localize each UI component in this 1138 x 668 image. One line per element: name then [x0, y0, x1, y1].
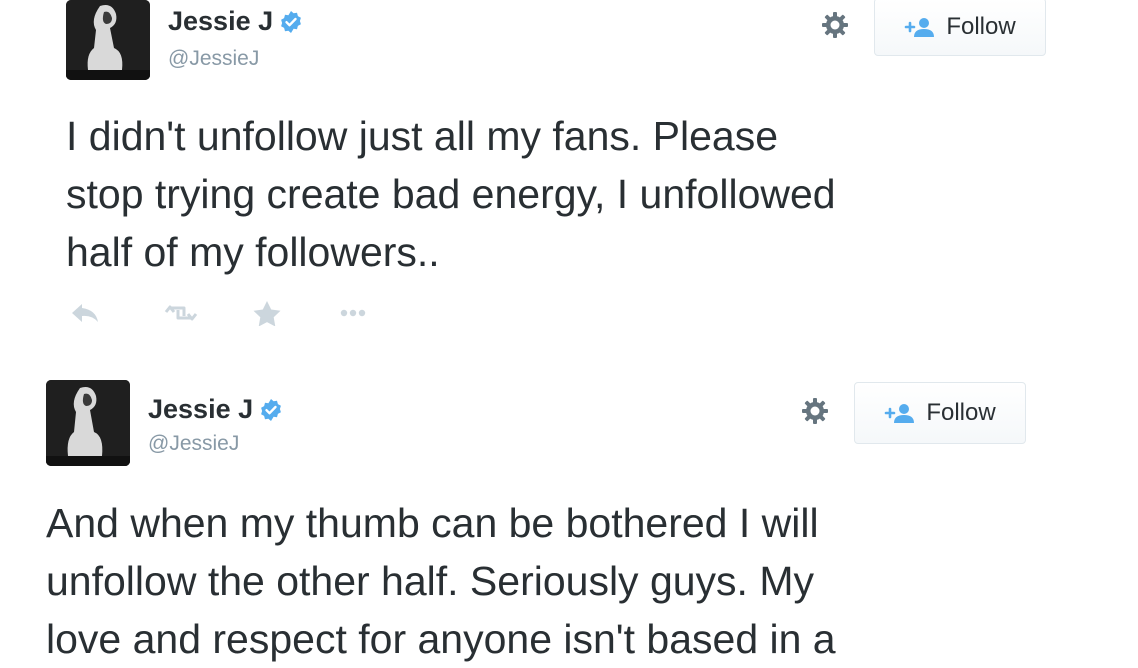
display-name-text[interactable]: Jessie J	[168, 6, 273, 37]
avatar[interactable]	[66, 0, 150, 80]
display-name[interactable]: Jessie J	[148, 394, 283, 425]
tweet-text-line: love and respect for anyone isn't based …	[46, 616, 836, 662]
handle[interactable]: @JessieJ	[168, 47, 259, 71]
gear-icon[interactable]	[800, 396, 830, 426]
handle[interactable]: @JessieJ	[148, 432, 239, 456]
gear-icon[interactable]	[820, 10, 850, 40]
display-name[interactable]: Jessie J	[168, 6, 303, 37]
tweet-text-line: I didn't unfollow just all my fans. Plea…	[66, 113, 779, 159]
tweet-text-line: unfollow the other half. Seriously guys.…	[46, 558, 814, 604]
add-user-icon	[885, 404, 915, 423]
avatar[interactable]	[46, 380, 130, 466]
more-icon[interactable]	[336, 300, 370, 326]
reply-icon[interactable]	[68, 300, 102, 326]
verified-badge-icon	[281, 10, 302, 33]
avatar-photo	[66, 0, 150, 80]
follow-button-label: Follow	[926, 399, 996, 426]
tweet-text-line: stop trying create bad energy, I unfollo…	[66, 171, 836, 217]
tweet-text: I didn't unfollow just all my fans. Plea…	[66, 107, 836, 281]
retweet-icon[interactable]	[164, 300, 198, 326]
verified-badge-icon	[261, 398, 282, 421]
tweet-text-line: And when my thumb can be bothered I will	[46, 500, 819, 546]
display-name-text[interactable]: Jessie J	[148, 394, 253, 425]
tweet-text: And when my thumb can be bothered I will…	[46, 494, 836, 668]
follow-button[interactable]: Follow	[854, 382, 1026, 444]
follow-button[interactable]: Follow	[874, 0, 1046, 56]
tweet-actions	[68, 300, 428, 326]
star-icon[interactable]	[250, 300, 284, 326]
tweet-text-line: half of my followers..	[66, 229, 440, 275]
avatar-photo	[46, 380, 130, 466]
follow-button-label: Follow	[946, 13, 1016, 40]
add-user-icon	[905, 18, 935, 37]
